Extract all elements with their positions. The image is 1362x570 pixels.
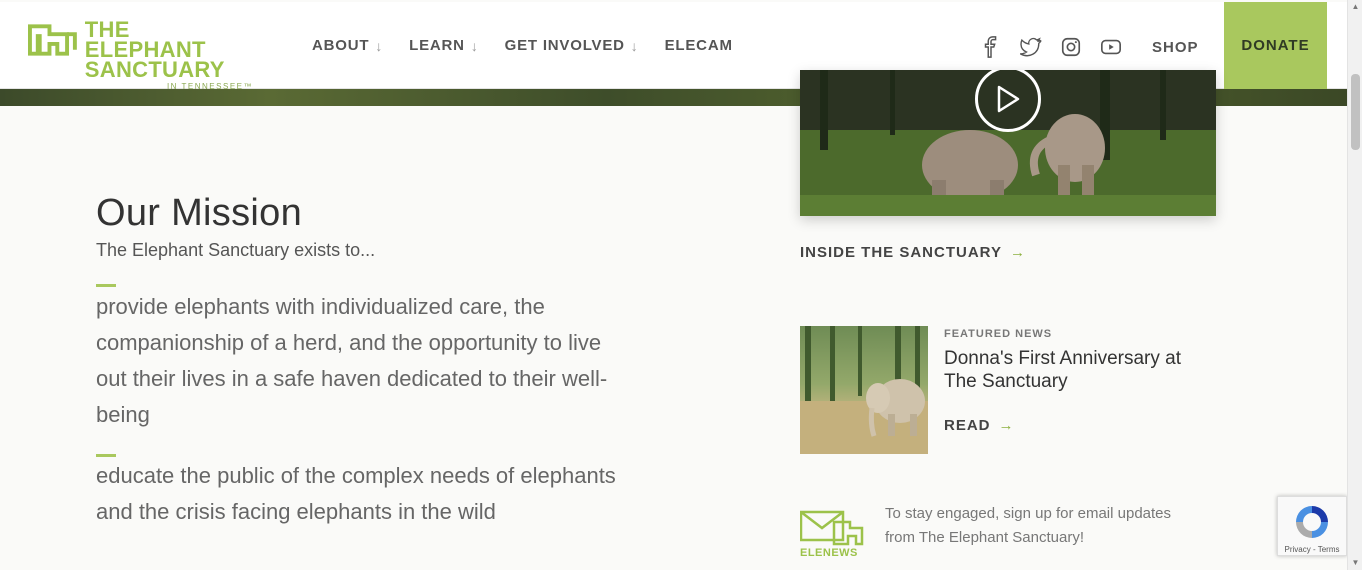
page-scrollbar[interactable]: ▲ ▼ xyxy=(1347,0,1362,570)
nav-get-involved[interactable]: GET INVOLVED ↓ xyxy=(505,37,639,54)
scrollbar-thumb[interactable] xyxy=(1351,74,1360,150)
donate-button[interactable]: DONATE xyxy=(1224,2,1327,89)
news-thumbnail[interactable] xyxy=(800,326,928,454)
recaptcha-badge[interactable]: Privacy - Terms xyxy=(1277,496,1347,556)
scroll-up-icon[interactable]: ▲ xyxy=(1351,2,1360,11)
instagram-icon[interactable] xyxy=(1060,36,1082,58)
main-nav: ABOUT ↓ LEARN ↓ GET INVOLVED ↓ ELECAM xyxy=(312,37,733,54)
mission-point-2: educate the public of the complex needs … xyxy=(96,463,616,524)
arrow-right-icon: → xyxy=(1009,244,1026,261)
mission-subtitle: The Elephant Sanctuary exists to... xyxy=(96,240,376,260)
shop-link[interactable]: SHOP xyxy=(1152,39,1199,56)
nav-elecam[interactable]: ELECAM xyxy=(665,37,733,54)
mission-divider xyxy=(96,284,116,287)
youtube-icon[interactable] xyxy=(1100,36,1122,58)
twitter-icon[interactable] xyxy=(1020,36,1042,58)
news-read-link[interactable]: READ → xyxy=(944,417,1015,434)
news-read-label: READ xyxy=(944,417,991,434)
social-links xyxy=(980,36,1122,58)
nav-elecam-label: ELECAM xyxy=(664,37,733,54)
arrow-right-icon: → xyxy=(998,417,1015,434)
nav-get-involved-label: GET INVOLVED xyxy=(504,37,625,54)
logo-line-3: IN TENNESSEE™ xyxy=(166,82,253,91)
inside-sanctuary-label: INSIDE THE SANCTUARY xyxy=(800,244,1002,261)
news-title[interactable]: Donna's First Anniversary at The Sanctua… xyxy=(944,347,1214,393)
elephant-news-image xyxy=(800,326,928,454)
mission-point-1: provide elephants with individualized ca… xyxy=(96,294,608,427)
nav-learn-label: LEARN xyxy=(409,37,465,54)
arrow-down-icon: ↓ xyxy=(470,37,479,54)
sanctuary-video[interactable] xyxy=(800,70,1216,216)
nav-about[interactable]: ABOUT ↓ xyxy=(312,37,383,54)
recaptcha-text[interactable]: Privacy - Terms xyxy=(1285,545,1340,554)
news-kicker: FEATURED NEWS xyxy=(944,328,1053,340)
arrow-down-icon: ↓ xyxy=(375,37,384,54)
mission-divider xyxy=(96,454,116,457)
elenews-label: ELENEWS xyxy=(800,547,858,559)
recaptcha-icon xyxy=(1296,506,1328,538)
signup-text: To stay engaged, sign up for email updat… xyxy=(885,505,1172,546)
nav-learn[interactable]: LEARN ↓ xyxy=(409,37,478,54)
arrow-down-icon: ↓ xyxy=(630,37,639,54)
mission-title: Our Mission xyxy=(96,192,303,234)
site-logo[interactable]: THE ELEPHANT SANCTUARY IN TENNESSEE™ xyxy=(28,17,253,91)
nav-about-label: ABOUT xyxy=(312,37,370,54)
scroll-down-icon[interactable]: ▼ xyxy=(1351,558,1360,567)
facebook-icon[interactable] xyxy=(980,36,1002,58)
logo-line-2: SANCTUARY xyxy=(84,57,225,82)
inside-sanctuary-link[interactable]: INSIDE THE SANCTUARY → xyxy=(800,244,1026,261)
elephant-logo-icon xyxy=(28,24,77,56)
logo-line-1: THE ELEPHANT xyxy=(84,17,206,62)
